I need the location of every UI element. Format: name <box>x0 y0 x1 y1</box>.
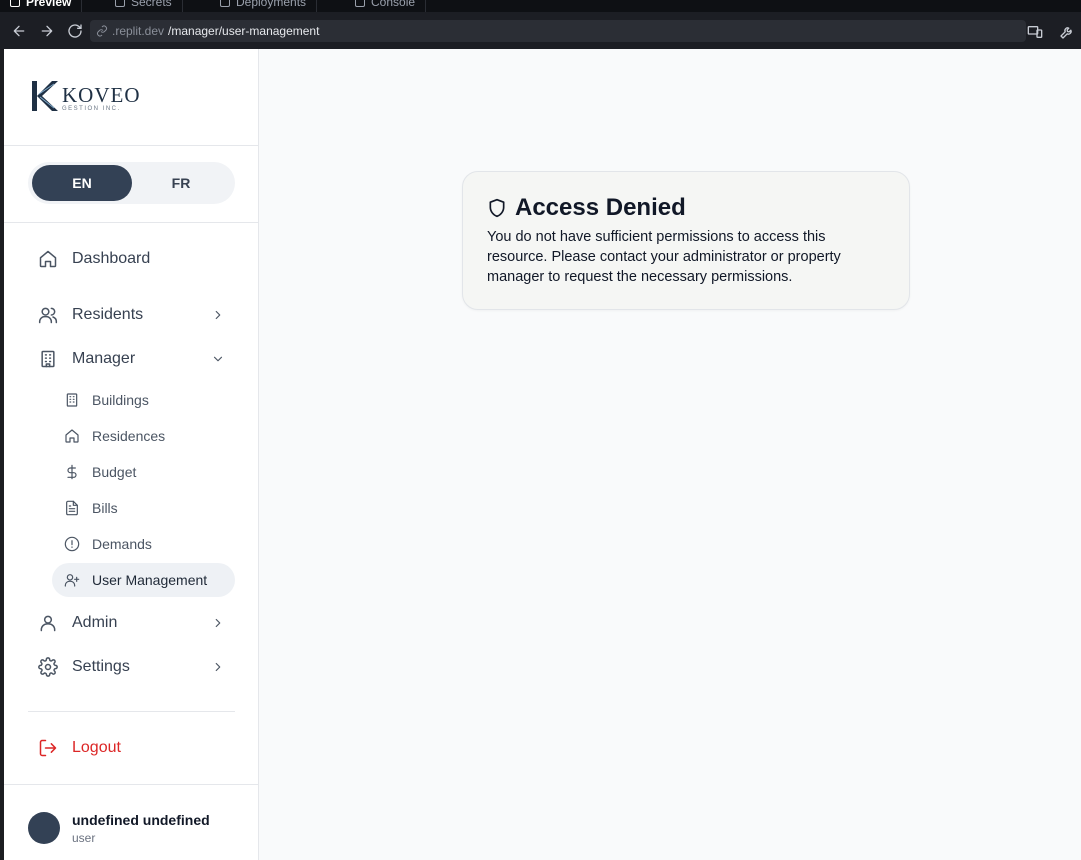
access-denied-message: You do not have sufficient permissions t… <box>487 229 841 285</box>
sidebar: KOVEO GESTION INC. EN FR Dashboard Resid… <box>4 49 259 860</box>
sidebar-item-residents[interactable]: Residents <box>28 295 235 335</box>
sidebar-item-budget[interactable]: Budget <box>52 455 235 489</box>
sidebar-item-label: User Management <box>92 572 208 588</box>
tab-console[interactable]: Console <box>345 0 427 12</box>
access-denied-title: Access Denied <box>515 194 686 221</box>
logout-icon <box>38 738 58 758</box>
reload-icon <box>68 23 82 38</box>
sidebar-item-label: Settings <box>72 658 130 675</box>
home-icon <box>38 249 58 269</box>
deploy-icon <box>220 0 230 7</box>
file-text-icon <box>64 500 80 516</box>
url-field[interactable]: .replit.dev/manager/user-management <box>90 20 1026 42</box>
lock-icon <box>115 0 125 7</box>
chevron-right-icon <box>211 616 225 630</box>
tab-preview[interactable]: Preview <box>0 0 83 12</box>
sidebar-item-dashboard[interactable]: Dashboard <box>28 239 235 279</box>
sidebar-item-label: Admin <box>72 614 118 631</box>
chevron-right-icon <box>211 308 225 322</box>
shield-icon <box>489 198 505 218</box>
brand-name: KOVEO <box>62 83 141 107</box>
wrench-icon <box>1060 27 1072 39</box>
gear-icon <box>38 657 58 677</box>
sidebar-item-label: Residences <box>92 428 166 444</box>
logout-label: Logout <box>72 739 121 756</box>
language-toggle: EN FR <box>28 162 235 204</box>
language-switcher-area: EN FR <box>4 146 259 223</box>
lang-fr-button[interactable]: FR <box>131 165 231 201</box>
forward-button[interactable] <box>33 17 61 45</box>
home-icon <box>64 428 80 444</box>
avatar <box>28 812 60 844</box>
devtools-button[interactable] <box>1053 18 1081 46</box>
url-host: .replit.dev <box>112 24 165 38</box>
user-icon <box>38 613 58 633</box>
sidebar-item-manager[interactable]: Manager <box>28 339 235 379</box>
sidebar-item-label: Manager <box>72 350 136 367</box>
sidebar-item-label: Residents <box>72 306 144 323</box>
user-name: undefined undefined <box>72 812 210 828</box>
sidebar-item-bills[interactable]: Bills <box>52 491 235 525</box>
sidebar-item-label: Dashboard <box>72 250 151 267</box>
brand-logo[interactable]: KOVEO GESTION INC. <box>30 79 141 113</box>
arrow-right-icon <box>41 25 53 36</box>
link-icon <box>97 25 107 37</box>
sidebar-item-demands[interactable]: Demands <box>52 527 235 561</box>
chevron-down-icon <box>211 352 225 366</box>
access-denied-heading: Access Denied <box>487 194 686 222</box>
building-icon <box>38 349 58 369</box>
alert-circle-icon <box>64 536 80 552</box>
preview-icon <box>10 0 20 7</box>
sidebar-divider <box>28 711 235 712</box>
user-plus-icon <box>64 572 80 588</box>
url-path: /manager/user-management <box>168 24 320 38</box>
logo-area: KOVEO GESTION INC. <box>4 49 259 146</box>
sidebar-item-label: Bills <box>92 500 118 516</box>
app-root: KOVEO GESTION INC. EN FR Dashboard Resid… <box>4 49 1081 860</box>
user-role: user <box>72 831 96 845</box>
logout-button[interactable]: Logout <box>28 728 235 768</box>
sidebar-item-label: Demands <box>92 536 152 552</box>
dollar-icon <box>64 464 80 480</box>
tab-deployments[interactable]: Deployments <box>210 0 318 12</box>
lang-en-button[interactable]: EN <box>32 165 132 201</box>
sidebar-item-settings[interactable]: Settings <box>28 647 235 687</box>
tab-secrets[interactable]: Secrets <box>105 0 183 12</box>
address-bar: .replit.dev/manager/user-management <box>0 12 1081 49</box>
users-icon <box>38 305 58 325</box>
reload-button[interactable] <box>61 17 89 45</box>
sidebar-item-residences[interactable]: Residences <box>52 419 235 453</box>
access-denied-card: Access Denied You do not have sufficient… <box>462 171 910 310</box>
devices-icon <box>1027 26 1043 38</box>
building-icon <box>64 392 80 408</box>
user-profile[interactable]: undefined undefined user <box>4 784 259 860</box>
sidebar-item-label: Budget <box>92 464 137 480</box>
koveo-logo-icon <box>30 79 60 113</box>
back-button[interactable] <box>5 17 33 45</box>
sidebar-item-label: Buildings <box>92 392 149 408</box>
arrow-left-icon <box>13 25 25 36</box>
sidebar-item-user-management[interactable]: User Management <box>52 563 235 597</box>
sidebar-item-admin[interactable]: Admin <box>28 603 235 643</box>
sidebar-item-buildings[interactable]: Buildings <box>52 383 235 417</box>
chevron-right-icon <box>211 660 225 674</box>
console-icon <box>355 0 365 7</box>
browser-tab-bar: Preview Secrets Deployments Console <box>0 0 1081 12</box>
devices-button[interactable] <box>1021 18 1049 46</box>
